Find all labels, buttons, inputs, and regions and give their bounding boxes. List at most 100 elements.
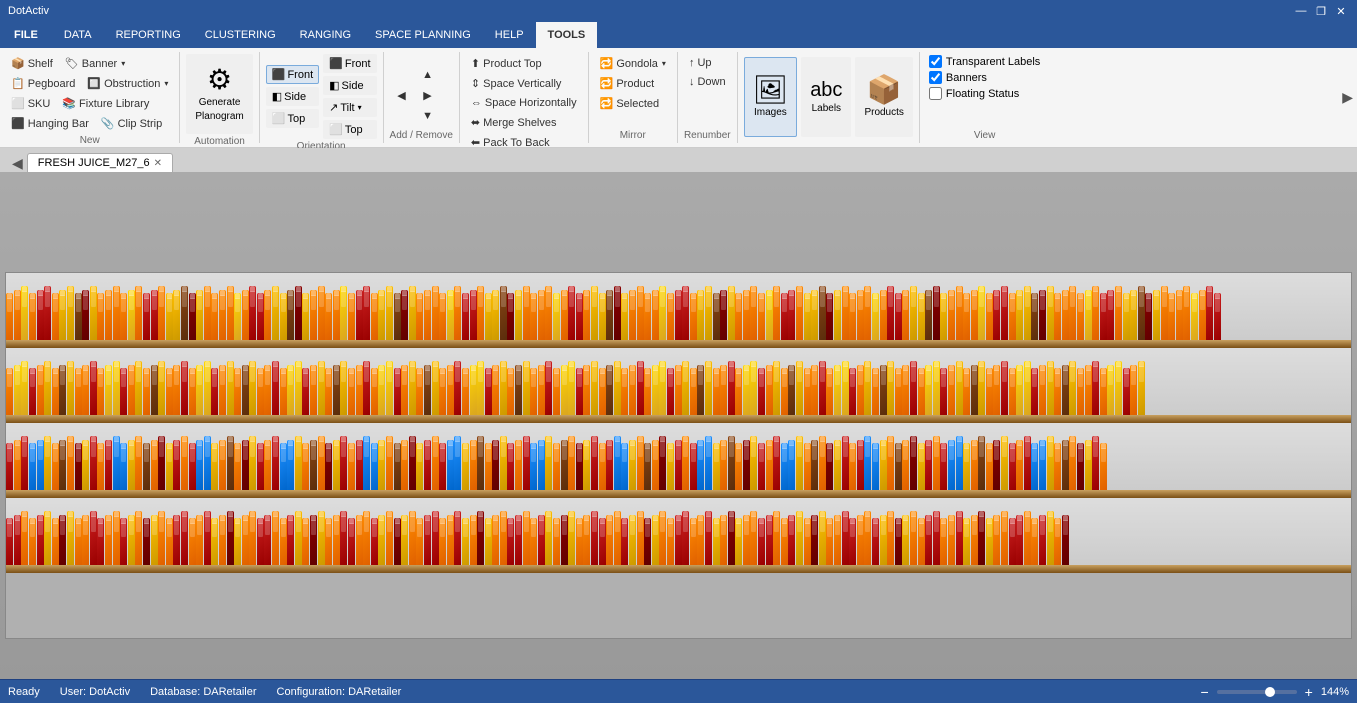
front2-orientation-button[interactable]: ⬛ Front: [323, 54, 376, 73]
banners-check[interactable]: Banners: [926, 70, 990, 85]
bottle-61: [470, 515, 477, 565]
sku-button[interactable]: ⬜ SKU: [6, 94, 55, 113]
top-orientation-button[interactable]: ⬜ Top: [266, 109, 319, 128]
bottle-66: [507, 518, 514, 565]
view-group-label: View: [926, 128, 1043, 141]
bottle-94: [720, 365, 727, 415]
hanging-bar-icon: ⬛: [11, 117, 25, 130]
shelf-button[interactable]: 📦 Shelf: [6, 54, 58, 73]
bottle-16: [128, 290, 135, 340]
top2-orient-icon: ⬜: [329, 123, 343, 136]
top2-orientation-button[interactable]: ⬜ Top: [323, 120, 376, 139]
generate-planogram-button[interactable]: ⚙ Generate Planogram: [186, 54, 252, 134]
banners-checkbox[interactable]: [929, 71, 942, 84]
add-right-button[interactable]: ▶: [416, 86, 440, 105]
tab-ranging[interactable]: RANGING: [288, 22, 363, 48]
doc-tab-fresh-juice[interactable]: FRESH JUICE_M27_6 ✕: [27, 153, 173, 172]
ribbon-scroll-arrow[interactable]: ▶: [1342, 89, 1353, 106]
labels-button[interactable]: abc Labels: [801, 57, 851, 137]
space-horizontally-button[interactable]: ⇔ Space Horizontally: [466, 94, 582, 112]
product-top-button[interactable]: ⬆ Product Top: [466, 54, 547, 73]
bottle-82: [629, 515, 636, 565]
bottle-46: [356, 515, 363, 565]
tab-clustering[interactable]: CLUSTERING: [193, 22, 288, 48]
product-mirror-button[interactable]: 🔁 Product: [595, 74, 660, 93]
bottle-90: [690, 518, 697, 565]
fixture-library-button[interactable]: 📚 Fixture Library: [57, 94, 154, 113]
space-horiz-icon: ⇔: [471, 97, 482, 109]
planogram-area[interactable]: [0, 172, 1357, 679]
tab-reporting[interactable]: REPORTING: [104, 22, 193, 48]
bottle-123: [940, 368, 947, 415]
bottle-26: [204, 361, 211, 415]
gondola-button[interactable]: 🔁 Gondola ▾: [595, 54, 671, 73]
zoom-thumb[interactable]: [1265, 687, 1275, 697]
tab-data[interactable]: DATA: [52, 22, 104, 48]
merge-shelves-button[interactable]: ⬌ Merge Shelves: [466, 113, 562, 132]
space-vertically-button[interactable]: ⇕ Space Vertically: [466, 74, 566, 93]
bottle-0: [6, 443, 13, 490]
display-group-label: [744, 139, 913, 141]
bottle-96: [735, 293, 742, 340]
user-label: User: DotActiv: [60, 686, 130, 698]
banner-button[interactable]: 🏷 Banner ▾: [60, 54, 130, 73]
close-button[interactable]: ✕: [1333, 3, 1349, 19]
bottle-102: [781, 518, 788, 565]
bottle-113: [864, 436, 871, 490]
bottle-127: [971, 440, 978, 490]
selected-mirror-button[interactable]: 🔁 Selected: [595, 94, 665, 113]
bottle-122: [933, 286, 940, 340]
zoom-minus-button[interactable]: −: [1200, 684, 1208, 700]
bottle-40: [310, 515, 317, 565]
minimize-button[interactable]: —: [1293, 3, 1309, 19]
products-display-button[interactable]: 📦 Products: [855, 57, 912, 137]
images-button[interactable]: 🖼 Images: [744, 57, 798, 137]
obstruction-button[interactable]: 🔲 Obstruction ▾: [82, 74, 173, 93]
side2-orientation-button[interactable]: ◧ Side: [323, 76, 376, 95]
bottle-118: [902, 290, 909, 340]
view-row3: Floating Status: [926, 86, 1043, 101]
doc-tab-scroll-left[interactable]: ◀: [8, 155, 27, 172]
up-renumber-button[interactable]: ↑ Up: [684, 54, 717, 72]
add-down-button[interactable]: ▼: [416, 107, 440, 125]
bottle-144: [1100, 443, 1107, 490]
transparent-labels-checkbox[interactable]: [929, 55, 942, 68]
bottle-42: [325, 518, 332, 565]
floating-status-check[interactable]: Floating Status: [926, 86, 1022, 101]
transparent-labels-check[interactable]: Transparent Labels: [926, 54, 1043, 69]
tab-tools[interactable]: TOOLS: [536, 22, 598, 48]
bottle-81: [621, 518, 628, 565]
tilt-orientation-button[interactable]: ↗ Tilt ▾: [323, 98, 376, 117]
bottle-84: [644, 443, 651, 490]
bottle-97: [743, 440, 750, 490]
floating-status-checkbox[interactable]: [929, 87, 942, 100]
zoom-plus-button[interactable]: +: [1305, 684, 1313, 700]
hanging-bar-button[interactable]: ⬛ Hanging Bar: [6, 114, 94, 133]
bottle-95: [728, 286, 735, 340]
restore-button[interactable]: ❐: [1313, 3, 1329, 19]
add-left-button[interactable]: ◀: [390, 86, 414, 105]
bottle-91: [697, 515, 704, 565]
down-renumber-button[interactable]: ↓ Down: [684, 73, 731, 91]
front-orientation-button[interactable]: ⬛ Front: [266, 65, 319, 84]
clip-strip-button[interactable]: 📎 Clip Strip: [96, 114, 167, 133]
bottle-50: [386, 511, 393, 565]
status-bar: Ready User: DotActiv Database: DARetaile…: [0, 679, 1357, 703]
bottle-126: [963, 443, 970, 490]
bottle-68: [523, 286, 530, 340]
add-up-button[interactable]: ▲: [416, 66, 440, 84]
bottle-115: [880, 365, 887, 415]
bottle-139: [1062, 440, 1069, 490]
bottle-23: [181, 361, 188, 415]
pegboard-button[interactable]: 📋 Pegboard: [6, 74, 80, 93]
doc-tab-close-button[interactable]: ✕: [154, 158, 162, 169]
zoom-slider[interactable]: [1217, 690, 1297, 694]
tab-space-planning[interactable]: SPACE PLANNING: [363, 22, 483, 48]
tab-file[interactable]: FILE: [0, 22, 52, 48]
bottle-4: [37, 365, 44, 415]
tab-help[interactable]: HELP: [483, 22, 536, 48]
bottle-113: [864, 511, 871, 565]
bottle-43: [333, 515, 340, 565]
side-orientation-button[interactable]: ◧ Side: [266, 87, 319, 106]
bottle-30: [234, 293, 241, 340]
